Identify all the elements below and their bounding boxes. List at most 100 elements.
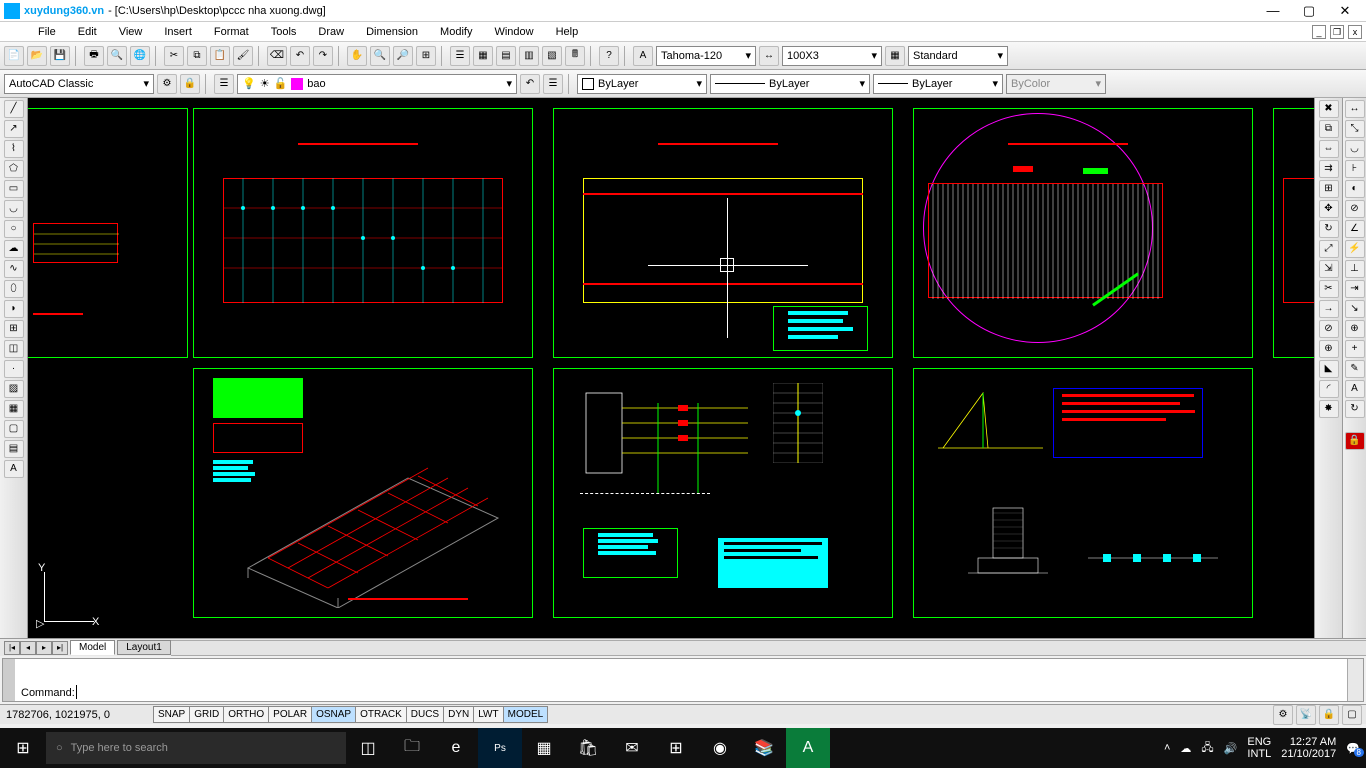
dim-linear-icon[interactable]: ↔ — [1345, 100, 1365, 118]
region-icon[interactable]: ▢ — [4, 420, 24, 438]
tray-expand-icon[interactable]: ˄ — [1164, 742, 1170, 754]
dim-edit-icon[interactable]: ✎ — [1345, 360, 1365, 378]
save-icon[interactable]: 💾 — [50, 46, 70, 66]
insert-icon[interactable]: ⊞ — [4, 320, 24, 338]
command-scrollbar[interactable] — [1347, 659, 1363, 701]
workspace-dropdown[interactable]: AutoCAD Classic▾ — [4, 74, 154, 94]
tool-palette-icon[interactable]: ▤ — [496, 46, 516, 66]
extend-icon[interactable]: → — [1319, 300, 1339, 318]
layer-previous-icon[interactable]: ↶ — [520, 74, 540, 94]
new-icon[interactable]: 📄 — [4, 46, 24, 66]
otrack-toggle[interactable]: OTRACK — [355, 706, 407, 723]
command-line[interactable]: Command: — [2, 658, 1364, 702]
layer-manager-icon[interactable]: ☰ — [214, 74, 234, 94]
zoom-previous-icon[interactable]: 🔎 — [393, 46, 413, 66]
dim-radius-icon[interactable]: ◐ — [1345, 180, 1365, 198]
winrar-icon[interactable]: 📚 — [742, 728, 786, 768]
mdi-close-button[interactable]: x — [1348, 25, 1362, 39]
dim-continue-icon[interactable]: ⇥ — [1345, 280, 1365, 298]
menu-modify[interactable]: Modify — [430, 24, 482, 40]
polygon-icon[interactable]: ⬠ — [4, 160, 24, 178]
tray-network-icon[interactable]: 🖧 — [1201, 739, 1213, 758]
taskbar-search[interactable]: ○ Type here to search — [46, 732, 346, 764]
layer-dropdown[interactable]: 💡 ☀ 🔓 bao ▾ — [237, 74, 517, 94]
help-icon[interactable]: ? — [599, 46, 619, 66]
spline-icon[interactable]: ∿ — [4, 260, 24, 278]
status-tray-icon[interactable]: ⚙ — [1273, 705, 1293, 725]
maximize-button[interactable]: ▢ — [1300, 2, 1318, 20]
hatch-icon[interactable]: ▨ — [4, 380, 24, 398]
layer-state-icon[interactable]: ☰ — [543, 74, 563, 94]
text-style-dropdown[interactable]: Standard▾ — [908, 46, 1008, 66]
copy-obj-icon[interactable]: ⧉ — [1319, 120, 1339, 138]
dim-angular-icon[interactable]: ∠ — [1345, 220, 1365, 238]
break-icon[interactable]: ⊘ — [1319, 320, 1339, 338]
publish-icon[interactable]: 🌐 — [130, 46, 150, 66]
tray-language[interactable]: ENGINTL — [1247, 736, 1271, 760]
gradient-icon[interactable]: ▦ — [4, 400, 24, 418]
mirror-icon[interactable]: ⇔ — [1319, 140, 1339, 158]
dim-aligned-icon[interactable]: ⤡ — [1345, 120, 1365, 138]
explorer-icon[interactable]: 🗀 — [390, 728, 434, 768]
quickcalc-icon[interactable]: 🖩 — [565, 46, 585, 66]
arc-icon[interactable]: ◡ — [4, 200, 24, 218]
ortho-toggle[interactable]: ORTHO — [223, 706, 269, 723]
dim-ordinate-icon[interactable]: ⊦ — [1345, 160, 1365, 178]
match-icon[interactable]: 🖌 — [233, 46, 253, 66]
properties-icon[interactable]: ☰ — [450, 46, 470, 66]
edge-icon[interactable]: e — [434, 728, 478, 768]
app-icon-2[interactable]: ⊞ — [654, 728, 698, 768]
textstyle-icon[interactable]: A — [633, 46, 653, 66]
polar-toggle[interactable]: POLAR — [268, 706, 312, 723]
mdi-restore-button[interactable]: ❐ — [1330, 25, 1344, 39]
horizontal-scrollbar[interactable] — [171, 640, 1366, 656]
plotstyle-dropdown[interactable]: ByColor▾ — [1006, 74, 1106, 94]
linetype-dropdown[interactable]: ByLayer▾ — [710, 74, 870, 94]
dim-leader-icon[interactable]: ↘ — [1345, 300, 1365, 318]
circle-icon[interactable]: ○ — [4, 220, 24, 238]
menu-file[interactable]: File — [28, 24, 66, 40]
rectangle-icon[interactable]: ▭ — [4, 180, 24, 198]
tab-layout1[interactable]: Layout1 — [117, 640, 171, 655]
table-icon[interactable]: ▤ — [4, 440, 24, 458]
coordinates-display[interactable]: 1782706, 1021975, 0 — [4, 709, 154, 721]
tray-onedrive-icon[interactable]: ☁ — [1180, 742, 1191, 755]
menu-help[interactable]: Help — [546, 24, 589, 40]
tab-prev-button[interactable]: ◂ — [20, 641, 36, 655]
rotate-icon[interactable]: ↻ — [1319, 220, 1339, 238]
status-clean-icon[interactable]: ▢ — [1342, 705, 1362, 725]
explode-icon[interactable]: ✸ — [1319, 400, 1339, 418]
lwt-toggle[interactable]: LWT — [473, 706, 503, 723]
store-icon[interactable]: 🛍 — [566, 728, 610, 768]
menu-view[interactable]: View — [109, 24, 153, 40]
menu-tools[interactable]: Tools — [261, 24, 307, 40]
block-icon[interactable]: ◫ — [4, 340, 24, 358]
dim-arc-icon[interactable]: ◡ — [1345, 140, 1365, 158]
photoshop-icon[interactable]: Ps — [478, 728, 522, 768]
lineweight-dropdown[interactable]: ByLayer▾ — [873, 74, 1003, 94]
polyline-icon[interactable]: ⌇ — [4, 140, 24, 158]
menu-dimension[interactable]: Dimension — [356, 24, 428, 40]
start-button[interactable]: ⊞ — [0, 728, 46, 768]
tablestyle-icon[interactable]: ▦ — [885, 46, 905, 66]
dim-baseline-icon[interactable]: ⊥ — [1345, 260, 1365, 278]
tray-clock[interactable]: 12:27 AM21/10/2017 — [1281, 736, 1336, 760]
workspace-lock-icon[interactable]: 🔒 — [180, 74, 200, 94]
dim-style-dropdown[interactable]: 100X3▾ — [782, 46, 882, 66]
join-icon[interactable]: ⊕ — [1319, 340, 1339, 358]
zoom-realtime-icon[interactable]: 🔍 — [370, 46, 390, 66]
designcenter-icon[interactable]: ▦ — [473, 46, 493, 66]
open-icon[interactable]: 📂 — [27, 46, 47, 66]
tab-first-button[interactable]: |◂ — [4, 641, 20, 655]
array-icon[interactable]: ⊞ — [1319, 180, 1339, 198]
snap-toggle[interactable]: SNAP — [153, 706, 190, 723]
task-view-icon[interactable]: ◫ — [346, 728, 390, 768]
revcloud-icon[interactable]: ☁ — [4, 240, 24, 258]
ellipsearc-icon[interactable]: ◗ — [4, 300, 24, 318]
erase-icon[interactable]: ✖ — [1319, 100, 1339, 118]
mdi-minimize-button[interactable]: _ — [1312, 25, 1326, 39]
dim-tedit-icon[interactable]: A — [1345, 380, 1365, 398]
tray-notifications-icon[interactable]: 💬8 — [1346, 742, 1360, 755]
zoom-window-icon[interactable]: ⊞ — [416, 46, 436, 66]
autocad-task-icon[interactable]: A — [786, 728, 830, 768]
